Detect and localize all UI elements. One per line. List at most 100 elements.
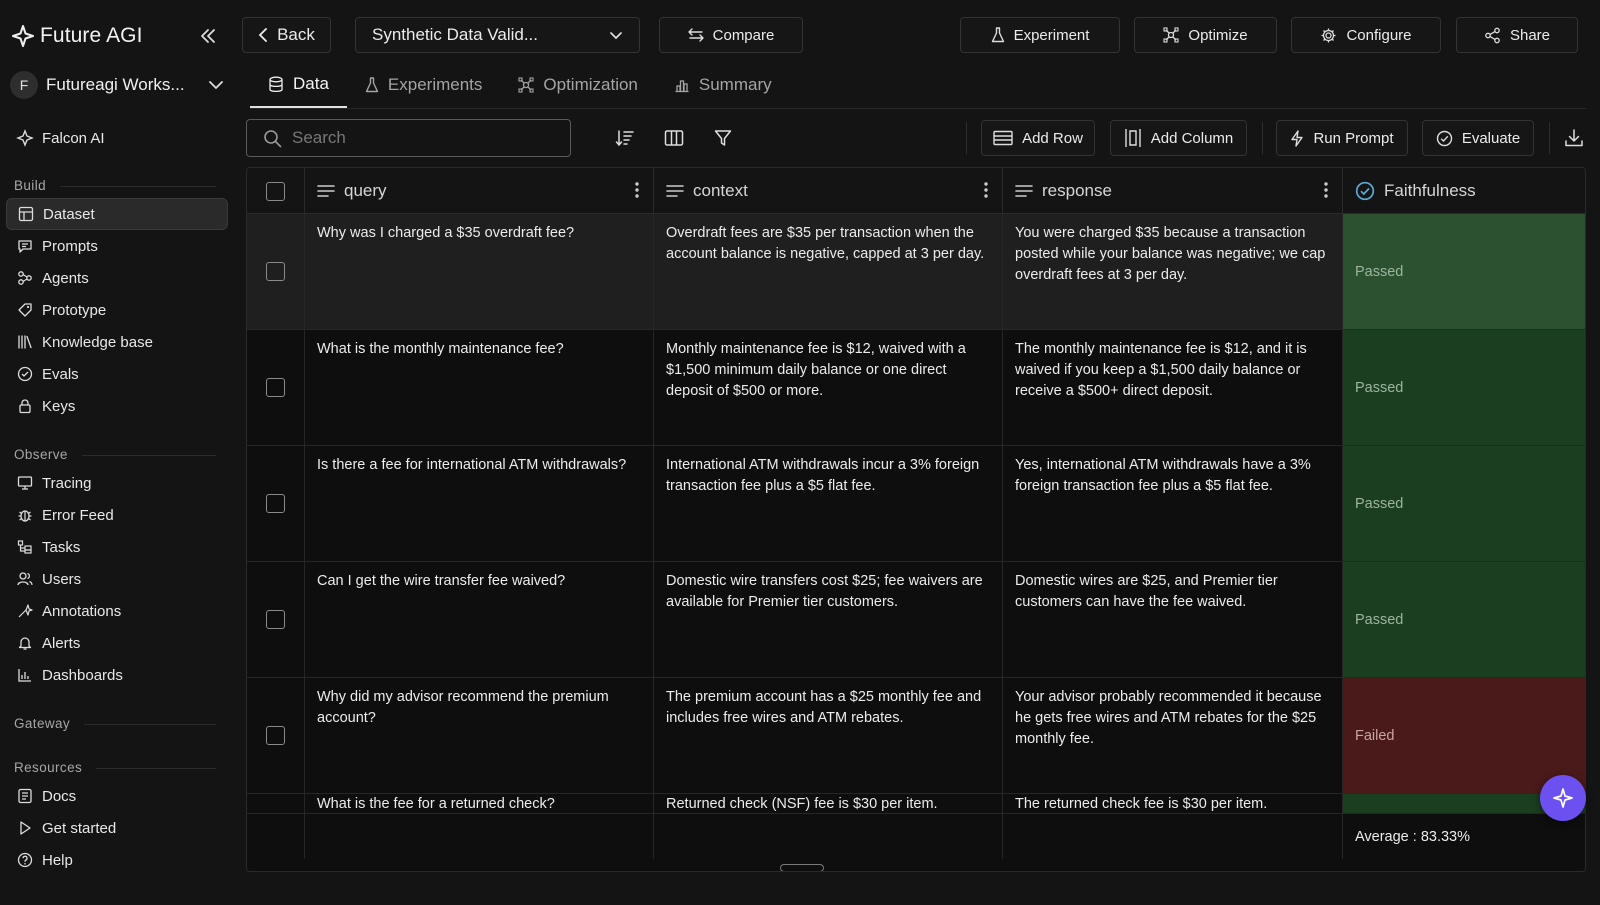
download-icon[interactable] <box>1562 126 1586 150</box>
table-header: query context response Faithfulness <box>247 168 1585 214</box>
add-column-button[interactable]: Add Column <box>1110 120 1247 156</box>
sidebar-item-dataset[interactable]: Dataset <box>6 198 228 230</box>
sidebar-item-knowledge-base[interactable]: Knowledge base <box>6 326 228 358</box>
faithfulness-cell[interactable]: Passed <box>1343 446 1585 561</box>
query-cell[interactable]: Is there a fee for international ATM wit… <box>305 446 654 561</box>
table-row[interactable]: Is there a fee for international ATM wit… <box>247 446 1585 562</box>
more-vertical-icon[interactable] <box>984 181 988 199</box>
faithfulness-cell[interactable]: Failed <box>1343 678 1585 793</box>
sidebar-item-prompts[interactable]: Prompts <box>6 230 228 262</box>
sidebar-item-alerts[interactable]: Alerts <box>6 627 228 659</box>
context-cell[interactable]: Overdraft fees are $35 per transaction w… <box>654 214 1003 329</box>
response-cell[interactable]: Yes, international ATM withdrawals have … <box>1003 446 1343 561</box>
tab-summary[interactable]: Summary <box>656 62 790 108</box>
sidebar-item-help[interactable]: Help <box>6 844 228 876</box>
back-button[interactable]: Back <box>242 17 331 53</box>
filter-icon[interactable] <box>711 126 735 150</box>
query-cell[interactable]: Why did my advisor recommend the premium… <box>305 678 654 793</box>
context-cell[interactable]: Domestic wire transfers cost $25; fee wa… <box>654 562 1003 677</box>
configure-label: Configure <box>1346 26 1412 44</box>
rows-icon <box>993 130 1013 146</box>
dataset-select[interactable]: Synthetic Data Valid... <box>355 17 640 53</box>
column-header-faithfulness[interactable]: Faithfulness <box>1343 168 1585 214</box>
table-row[interactable]: Can I get the wire transfer fee waived? … <box>247 562 1585 678</box>
sidebar-item-dashboards[interactable]: Dashboards <box>6 659 228 691</box>
column-header-context[interactable]: context <box>654 168 1003 214</box>
sidebar-item-annotations[interactable]: Annotations <box>6 595 228 627</box>
tab-data[interactable]: Data <box>250 62 347 108</box>
more-vertical-icon[interactable] <box>1324 181 1328 199</box>
context-cell[interactable]: The premium account has a $25 monthly fe… <box>654 678 1003 793</box>
sidebar-item-users[interactable]: Users <box>6 563 228 595</box>
tab-experiments[interactable]: Experiments <box>347 62 500 108</box>
brand[interactable]: Future AGI <box>12 20 143 52</box>
faithfulness-cell[interactable]: Passed <box>1343 214 1585 329</box>
tab-optimization[interactable]: Optimization <box>500 62 655 108</box>
table-footer: Average : 83.33% <box>247 813 1585 859</box>
response-cell[interactable]: You were charged $35 because a transacti… <box>1003 214 1343 329</box>
sidebar-item-falcon-ai[interactable]: Falcon AI <box>6 122 228 154</box>
sidebar-item-label: Error Feed <box>42 506 114 524</box>
collapse-sidebar-icon[interactable] <box>196 24 220 48</box>
select-all-checkbox[interactable] <box>266 181 285 201</box>
sidebar-item-get-started[interactable]: Get started <box>6 812 228 844</box>
optimize-button[interactable]: Optimize <box>1134 17 1277 53</box>
column-header-query[interactable]: query <box>305 168 654 214</box>
column-header-response[interactable]: response <box>1003 168 1343 214</box>
row-checkbox[interactable] <box>266 726 285 745</box>
sidebar-item-label: Dataset <box>43 205 95 223</box>
row-checkbox[interactable] <box>266 262 285 281</box>
context-cell[interactable]: Monthly maintenance fee is $12, waived w… <box>654 330 1003 445</box>
search-input[interactable] <box>292 128 542 148</box>
response-cell[interactable]: Your advisor probably recommended it bec… <box>1003 678 1343 793</box>
table-row[interactable]: Why was I charged a $35 overdraft fee? O… <box>247 214 1585 330</box>
sidebar-item-docs[interactable]: Docs <box>6 780 228 812</box>
run-prompt-button[interactable]: Run Prompt <box>1276 120 1408 156</box>
sidebar-item-prototype[interactable]: Prototype <box>6 294 228 326</box>
add-row-button[interactable]: Add Row <box>981 120 1095 156</box>
faithfulness-average: Average : 83.33% <box>1355 829 1471 845</box>
context-cell[interactable]: International ATM withdrawals incur a 3%… <box>654 446 1003 561</box>
query-cell[interactable]: Why was I charged a $35 overdraft fee? <box>305 214 654 329</box>
sidebar-item-label: Keys <box>42 397 76 415</box>
chat-assistant-button[interactable] <box>1540 775 1586 821</box>
configure-button[interactable]: Configure <box>1291 17 1441 53</box>
row-checkbox[interactable] <box>266 610 285 629</box>
footer-cell <box>1003 814 1343 859</box>
faithfulness-cell[interactable]: Passed <box>1343 562 1585 677</box>
workspace-switcher[interactable]: F Futureagi Works... <box>10 70 224 100</box>
sidebar-item-error-feed[interactable]: Error Feed <box>6 499 228 531</box>
row-checkbox[interactable] <box>266 494 285 513</box>
sidebar-item-label: Prompts <box>42 237 98 255</box>
more-vertical-icon[interactable] <box>635 181 639 199</box>
divider <box>96 768 216 769</box>
columns-icon[interactable] <box>662 126 686 150</box>
sidebar-item-label: Dashboards <box>42 666 123 684</box>
query-cell[interactable]: What is the monthly maintenance fee? <box>305 330 654 445</box>
compare-button[interactable]: Compare <box>659 17 803 53</box>
response-cell[interactable]: The monthly maintenance fee is $12, and … <box>1003 330 1343 445</box>
evaluate-button[interactable]: Evaluate <box>1422 120 1534 156</box>
response-cell[interactable]: The returned check fee is $30 per item. <box>1003 794 1343 813</box>
sidebar-item-evals[interactable]: Evals <box>6 358 228 390</box>
sidebar-item-keys[interactable]: Keys <box>6 390 228 422</box>
query-cell[interactable]: Can I get the wire transfer fee waived? <box>305 562 654 677</box>
sidebar-item-tasks[interactable]: Tasks <box>6 531 228 563</box>
brand-name: Future AGI <box>40 24 143 47</box>
sidebar-item-tracing[interactable]: Tracing <box>6 467 228 499</box>
faithfulness-cell[interactable]: Passed <box>1343 330 1585 445</box>
table-row[interactable]: What is the monthly maintenance fee? Mon… <box>247 330 1585 446</box>
table-row[interactable]: Why did my advisor recommend the premium… <box>247 678 1585 794</box>
share-button[interactable]: Share <box>1456 17 1578 53</box>
response-cell[interactable]: Domestic wires are $25, and Premier tier… <box>1003 562 1343 677</box>
context-cell[interactable]: Returned check (NSF) fee is $30 per item… <box>654 794 1003 813</box>
database-icon <box>268 76 284 93</box>
sort-icon[interactable] <box>613 126 637 150</box>
query-cell[interactable]: What is the fee for a returned check? <box>305 794 654 813</box>
table-row[interactable]: What is the fee for a returned check? Re… <box>247 794 1585 813</box>
search-field[interactable] <box>246 119 571 157</box>
row-checkbox[interactable] <box>266 378 285 397</box>
horizontal-scrollbar-handle[interactable] <box>780 864 824 871</box>
experiment-button[interactable]: Experiment <box>960 17 1120 53</box>
sidebar-item-agents[interactable]: Agents <box>6 262 228 294</box>
